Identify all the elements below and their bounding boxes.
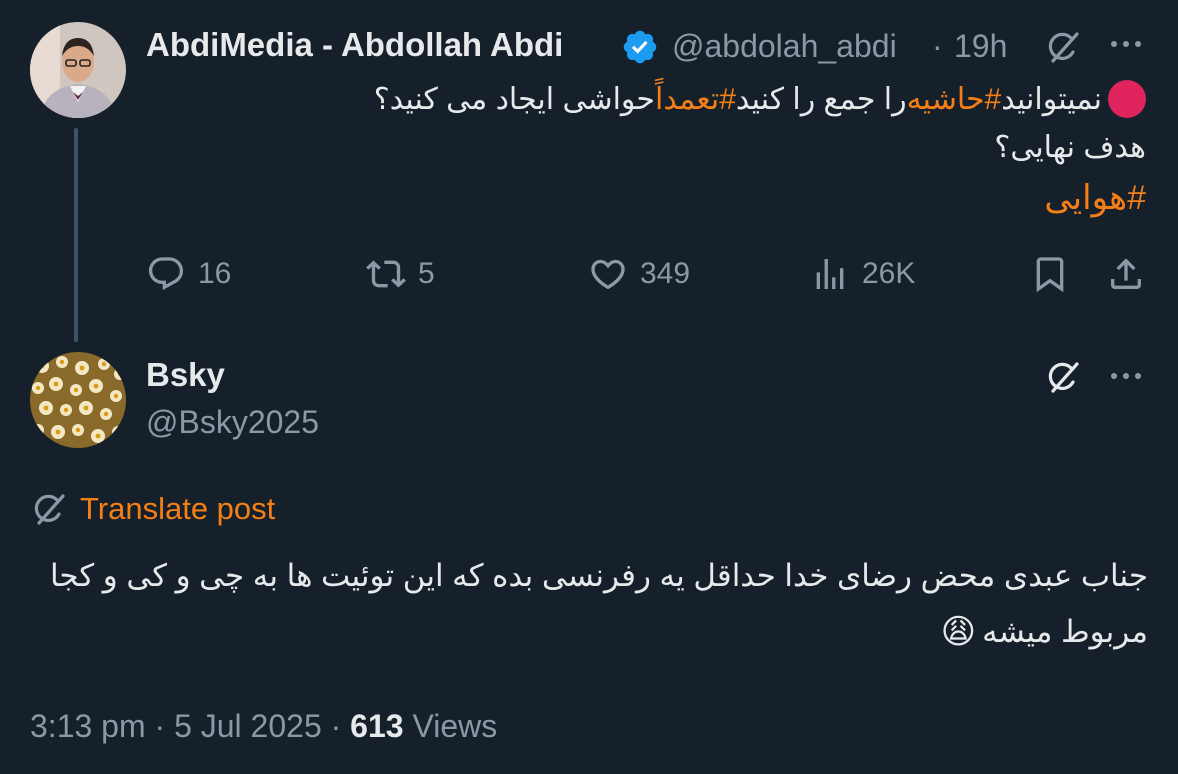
views-count: 26K	[862, 257, 916, 290]
translate-post-link[interactable]: Translate post	[30, 490, 275, 528]
share-icon	[1111, 258, 1141, 289]
like-icon	[591, 259, 625, 290]
thread-line	[74, 128, 78, 342]
hashtag-link[interactable]: #تعمداً	[655, 82, 736, 117]
reply-author-handle[interactable]: @Bsky2025	[146, 404, 319, 441]
post-time[interactable]: 19h	[954, 28, 1007, 65]
reply-date[interactable]: 5 Jul 2025	[174, 708, 322, 744]
views-count-value: 613	[350, 708, 404, 744]
reply-text-line-2: مربوط میشه 😩	[941, 612, 1148, 652]
avatar-bsky[interactable]	[30, 352, 126, 448]
hashtag-link[interactable]: #هوایی	[1044, 178, 1146, 218]
author-handle[interactable]: @abdolah_abdi	[672, 28, 897, 65]
red-circle-icon	[1108, 80, 1146, 118]
share-button[interactable]	[1106, 254, 1146, 294]
post-text-segment: نمیتوانید	[1001, 82, 1102, 116]
post-meta: 3:13 pm · 5 Jul 2025 · 613 Views	[30, 708, 497, 745]
more-icon[interactable]	[1108, 24, 1144, 68]
bookmark-button[interactable]	[1030, 254, 1070, 294]
views-button[interactable]: 26K	[810, 254, 915, 294]
reply-time[interactable]: 3:13 pm	[30, 708, 146, 744]
bookmark-icon	[1036, 257, 1064, 293]
avatar-abdimedia[interactable]	[30, 22, 126, 118]
repost-count: 5	[418, 257, 435, 290]
reply-text-line-1: جناب عبدی محض رضای خدا حداقل یه رفرنسی ب…	[49, 558, 1148, 593]
post-text-line-2: هدف نهایی؟	[994, 131, 1146, 164]
views-icon	[816, 259, 844, 289]
separator-dot: ·	[154, 708, 166, 744]
post-text-segment: حواشی ایجاد می کنید؟	[373, 82, 655, 116]
grok-icon[interactable]	[1044, 28, 1082, 71]
author-name[interactable]: AbdiMedia - Abdollah Abdi	[146, 26, 563, 64]
like-button[interactable]: 349	[588, 254, 690, 294]
reply-button[interactable]: 16	[146, 254, 231, 294]
hashtag-link[interactable]: #حاشیه	[907, 82, 1002, 117]
post-text-line-1: نمیتوانید #حاشیه را جمع را کنید #تعمداً …	[374, 80, 1146, 118]
like-count: 349	[640, 257, 691, 290]
translate-post-label: Translate post	[80, 491, 276, 526]
repost-button[interactable]: 5	[366, 254, 435, 294]
reply-author-name[interactable]: Bsky	[146, 356, 225, 394]
separator-dot: ·	[932, 28, 943, 64]
more-icon[interactable]	[1108, 356, 1144, 400]
reply-icon	[148, 257, 184, 291]
weary-face-emoji: 😩	[940, 613, 977, 651]
views-label: Views	[412, 708, 498, 744]
separator-dot: ·	[330, 708, 342, 744]
reply-count: 16	[198, 257, 232, 290]
post-text-segment: را جمع را کنید	[735, 82, 907, 116]
reply-text-segment: مربوط میشه	[982, 614, 1148, 649]
repost-icon	[366, 260, 406, 288]
verified-badge-icon	[621, 28, 659, 71]
grok-icon[interactable]	[1044, 358, 1082, 401]
grok-icon	[34, 494, 65, 525]
